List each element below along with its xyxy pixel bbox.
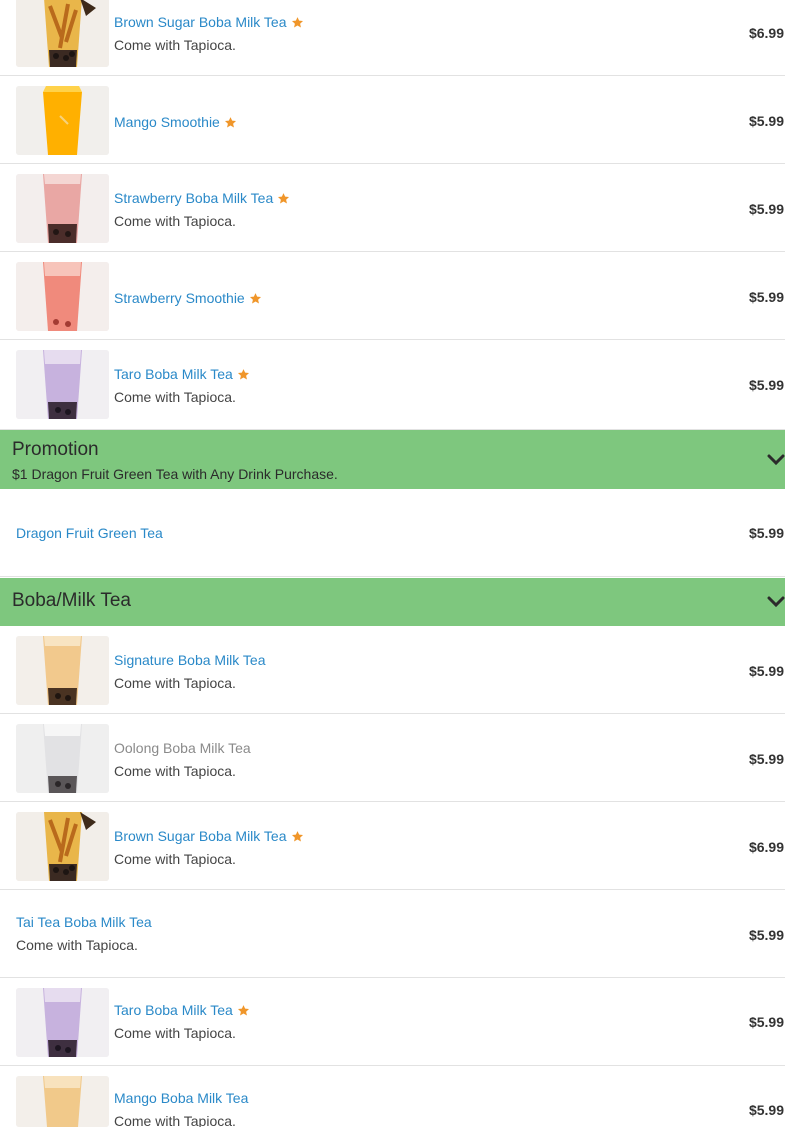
chevron-down-icon	[767, 596, 785, 608]
section-header-boba-milk-tea[interactable]: Boba/Milk Tea	[0, 578, 785, 626]
item-price: $5.99	[748, 289, 784, 305]
menu-item-brown-sugar-boba-milk-tea-2[interactable]: Brown Sugar Boba Milk Tea Come with Tapi…	[0, 802, 785, 890]
star-icon	[291, 16, 304, 29]
item-name: Strawberry Smoothie	[114, 289, 262, 307]
item-name: Taro Boba Milk Tea	[114, 1001, 250, 1019]
item-description: Come with Tapioca.	[114, 1025, 236, 1041]
item-name: Dragon Fruit Green Tea	[16, 525, 163, 541]
star-icon	[224, 116, 237, 129]
item-description: Come with Tapioca.	[114, 1113, 236, 1127]
drink-image-strawberry-smoothie	[16, 262, 109, 331]
item-name: Tai Tea Boba Milk Tea	[16, 914, 152, 930]
menu-item-tai-tea-boba-milk-tea[interactable]: Tai Tea Boba Milk Tea Come with Tapioca.…	[0, 890, 785, 978]
drink-image-oolong	[16, 724, 109, 793]
item-price: $5.99	[748, 377, 784, 393]
drink-image-taro	[16, 350, 109, 419]
drink-image-mango-smoothie	[16, 86, 109, 155]
menu-item-strawberry-boba-milk-tea[interactable]: Strawberry Boba Milk Tea Come with Tapio…	[0, 164, 785, 252]
star-icon	[277, 192, 290, 205]
drink-image-brown-sugar	[16, 0, 109, 67]
item-name: Strawberry Boba Milk Tea	[114, 189, 290, 207]
item-price: $5.99	[748, 751, 784, 767]
item-description: Come with Tapioca.	[114, 213, 236, 229]
item-description: Come with Tapioca.	[114, 37, 236, 53]
menu-item-brown-sugar-boba-milk-tea[interactable]: Brown Sugar Boba Milk Tea Come with Tapi…	[0, 0, 785, 76]
star-icon	[291, 830, 304, 843]
item-name: Taro Boba Milk Tea	[114, 365, 250, 383]
menu-item-taro-boba-milk-tea-2[interactable]: Taro Boba Milk Tea Come with Tapioca. $5…	[0, 978, 785, 1066]
item-name: Mango Smoothie	[114, 113, 237, 131]
menu-item-signature-boba-milk-tea[interactable]: Signature Boba Milk Tea Come with Tapioc…	[0, 626, 785, 714]
star-icon	[249, 292, 262, 305]
item-description: Come with Tapioca.	[114, 851, 236, 867]
section-title: Promotion	[12, 439, 99, 460]
drink-image-signature	[16, 636, 109, 705]
menu-item-mango-smoothie[interactable]: Mango Smoothie $5.99	[0, 76, 785, 164]
section-header-promotion[interactable]: Promotion $1 Dragon Fruit Green Tea with…	[0, 430, 785, 489]
item-name: Brown Sugar Boba Milk Tea	[114, 827, 304, 845]
item-name: Mango Boba Milk Tea	[114, 1090, 249, 1106]
item-description: Come with Tapioca.	[16, 937, 138, 953]
item-price: $5.99	[748, 525, 784, 541]
drink-image-strawberry-milk-tea	[16, 174, 109, 243]
item-price: $5.99	[748, 113, 784, 129]
menu-item-strawberry-smoothie[interactable]: Strawberry Smoothie $5.99	[0, 252, 785, 340]
item-price: $6.99	[748, 25, 784, 41]
item-price: $6.99	[748, 839, 784, 855]
item-price: $5.99	[748, 927, 784, 943]
menu-item-dragon-fruit-green-tea[interactable]: Dragon Fruit Green Tea $5.99	[0, 489, 785, 577]
item-price: $5.99	[748, 1014, 784, 1030]
item-price: $5.99	[748, 1102, 784, 1118]
menu-item-oolong-boba-milk-tea[interactable]: Oolong Boba Milk Tea Come with Tapioca. …	[0, 714, 785, 802]
item-name: Brown Sugar Boba Milk Tea	[114, 13, 304, 31]
item-name: Signature Boba Milk Tea	[114, 652, 266, 668]
item-price: $5.99	[748, 201, 784, 217]
drink-image-taro	[16, 988, 109, 1057]
menu-item-mango-boba-milk-tea[interactable]: Mango Boba Milk Tea Come with Tapioca. $…	[0, 1066, 785, 1127]
item-description: Come with Tapioca.	[114, 675, 236, 691]
section-subtitle: $1 Dragon Fruit Green Tea with Any Drink…	[12, 466, 338, 482]
item-price: $5.99	[748, 663, 784, 679]
chevron-down-icon	[767, 454, 785, 466]
drink-image-mango-milk-tea	[16, 1076, 109, 1127]
item-name: Oolong Boba Milk Tea	[114, 740, 251, 756]
drink-image-brown-sugar	[16, 812, 109, 881]
item-description: Come with Tapioca.	[114, 389, 236, 405]
menu-item-taro-boba-milk-tea[interactable]: Taro Boba Milk Tea Come with Tapioca. $5…	[0, 340, 785, 430]
star-icon	[237, 368, 250, 381]
item-description: Come with Tapioca.	[114, 763, 236, 779]
star-icon	[237, 1004, 250, 1017]
section-title: Boba/Milk Tea	[12, 590, 131, 611]
